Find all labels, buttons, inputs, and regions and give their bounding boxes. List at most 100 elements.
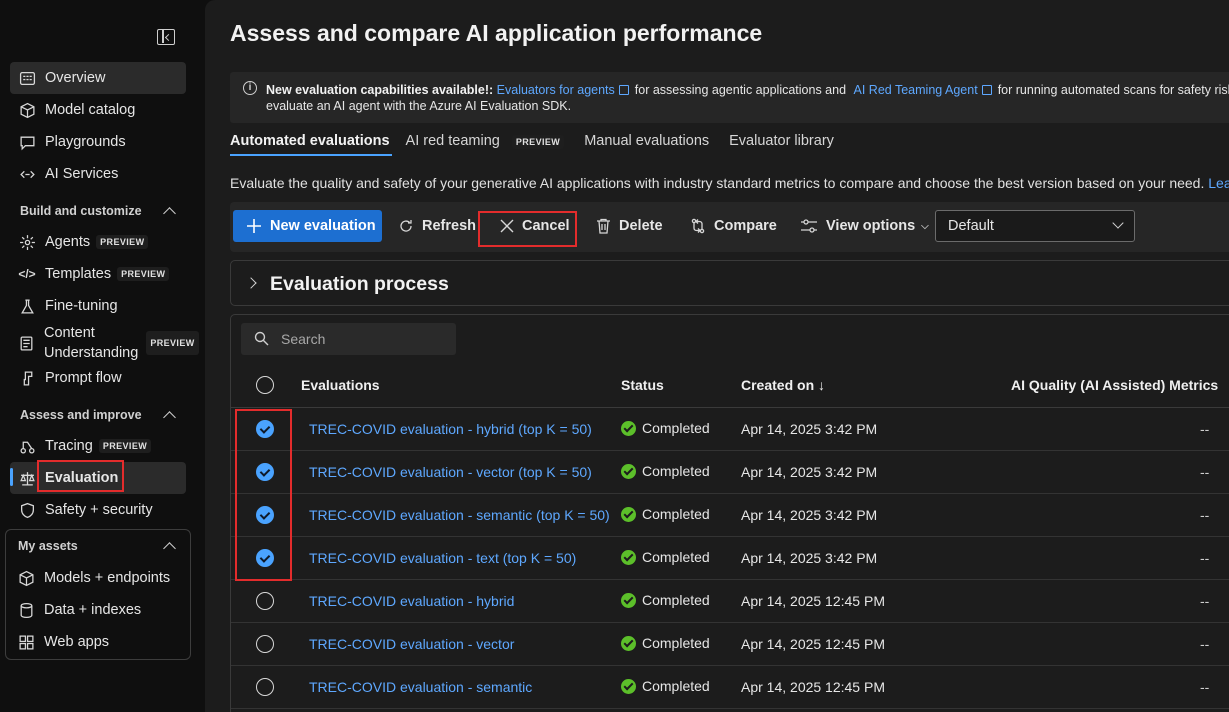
sidebar-item-tracing[interactable]: Tracing PREVIEW	[10, 430, 186, 462]
sidebar-item-templates[interactable]: </> Templates PREVIEW	[10, 258, 186, 290]
sidebar-item-safety-security[interactable]: Safety + security	[10, 494, 186, 526]
tab-bar: Automated evaluations AI red teaming PRE…	[230, 130, 854, 158]
compare-highlight-box	[478, 211, 577, 247]
selection-highlight-box	[235, 409, 292, 581]
refresh-icon	[398, 218, 414, 234]
active-indicator	[10, 468, 13, 486]
table-row[interactable]: TREC-COVID evaluation - semantic (top K …	[231, 494, 1229, 537]
column-header-created-on[interactable]: Created on ↓	[741, 377, 825, 393]
sidebar-item-label: Prompt flow	[45, 370, 122, 386]
agents-icon	[18, 233, 36, 251]
tab-automated-evaluations[interactable]: Automated evaluations	[230, 130, 392, 158]
chat-icon	[18, 133, 36, 151]
row-checkbox[interactable]	[256, 678, 274, 696]
column-header-status[interactable]: Status	[621, 377, 664, 393]
column-header-metrics[interactable]: AI Quality (AI Assisted) Metrics	[1011, 377, 1218, 393]
evaluation-link[interactable]: TREC-COVID evaluation - vector	[309, 636, 514, 652]
new-evaluation-button[interactable]: New evaluation	[233, 210, 382, 242]
chevron-up-icon	[163, 542, 176, 555]
sidebar-item-playgrounds[interactable]: Playgrounds	[10, 126, 186, 158]
sidebar-item-label: Templates	[45, 266, 112, 282]
search-input[interactable]	[281, 329, 446, 349]
status-cell: Completed	[621, 420, 710, 436]
evaluation-link[interactable]: TREC-COVID evaluation - semantic (top K …	[309, 507, 610, 523]
tab-ai-red-teaming[interactable]: AI red teaming PREVIEW	[406, 130, 565, 158]
sidebar-item-label: Data + indexes	[44, 602, 142, 618]
search-box	[241, 323, 456, 355]
sidebar-item-label: Agents	[45, 234, 91, 250]
view-select-dropdown[interactable]: Default	[935, 210, 1135, 242]
preview-badge: PREVIEW	[98, 439, 152, 453]
refresh-button[interactable]: Refresh	[398, 210, 476, 242]
table-row[interactable]: TREC-COVID evaluation - text (top K = 50…	[231, 537, 1229, 580]
my-assets-panel: My assets Models + endpoints Data + inde…	[5, 529, 191, 660]
sidebar-item-label: Playgrounds	[45, 134, 126, 150]
sidebar-item-content-understanding[interactable]: Content Understanding PREVIEW	[10, 322, 199, 364]
evaluations-table: Evaluations Status Created on ↓ AI Quali…	[230, 314, 1229, 712]
external-link-icon	[618, 85, 629, 95]
shield-icon	[18, 501, 36, 519]
flow-icon	[18, 369, 36, 387]
evaluation-process-panel[interactable]: Evaluation process	[230, 260, 1229, 306]
sidebar-item-models-endpoints[interactable]: Models + endpoints	[9, 562, 185, 594]
sidebar-item-label: Overview	[45, 70, 106, 86]
sidebar-item-model-catalog[interactable]: Model catalog	[10, 94, 186, 126]
evaluation-link[interactable]: TREC-COVID evaluation - vector (top K = …	[309, 464, 592, 480]
evaluation-highlight-box	[37, 460, 124, 492]
sidebar-item-data-indexes[interactable]: Data + indexes	[9, 594, 185, 626]
table-row[interactable]: TREC-COVID evaluation - vector Completed…	[231, 623, 1229, 666]
table-row[interactable]: TREC-COVID evaluation - vector (top K = …	[231, 451, 1229, 494]
preview-badge: PREVIEW	[146, 331, 199, 355]
section-build-and-customize[interactable]: Build and customize	[20, 204, 178, 220]
code-icon: </>	[18, 267, 36, 281]
ai-red-teaming-agent-link[interactable]: AI Red Teaming Agent	[854, 83, 978, 97]
delete-button[interactable]: Delete	[596, 210, 663, 242]
chevron-down-icon	[1112, 217, 1124, 229]
tab-manual-evaluations[interactable]: Manual evaluations	[584, 130, 709, 158]
sidebar-item-prompt-flow[interactable]: Prompt flow	[10, 362, 186, 394]
metric-cell: --	[1200, 550, 1210, 566]
evaluation-link[interactable]: TREC-COVID evaluation - semantic	[309, 679, 532, 695]
evaluators-for-agents-link[interactable]: Evaluators for agents	[497, 83, 615, 97]
check-circle-icon	[621, 678, 636, 694]
check-circle-icon	[621, 506, 636, 522]
learn-more-link[interactable]: Lea	[1208, 175, 1229, 191]
plus-icon	[246, 218, 262, 234]
collapse-sidebar-icon[interactable]	[157, 29, 175, 45]
sidebar-item-label: Fine-tuning	[45, 298, 118, 314]
link-icon	[18, 165, 36, 183]
evaluation-link[interactable]: TREC-COVID evaluation - hybrid (top K = …	[309, 421, 592, 437]
main-content: Assess and compare AI application perfor…	[205, 0, 1229, 712]
created-cell: Apr 14, 2025 3:42 PM	[741, 464, 878, 480]
table-row[interactable]: TREC-COVID evaluation - hybrid Completed…	[231, 580, 1229, 623]
sidebar-item-label: Tracing	[45, 438, 93, 454]
view-options-button[interactable]: View options ⌵	[800, 210, 929, 242]
evaluation-link[interactable]: TREC-COVID evaluation - hybrid	[309, 593, 514, 609]
check-circle-icon	[621, 463, 636, 479]
evaluation-link[interactable]: TREC-COVID evaluation - text (top K = 50…	[309, 550, 576, 566]
sidebar-item-overview[interactable]: Overview	[10, 62, 186, 94]
sidebar-item-web-apps[interactable]: Web apps	[9, 626, 185, 658]
select-all-checkbox[interactable]	[256, 376, 274, 394]
check-circle-icon	[621, 592, 636, 608]
compare-button[interactable]: Compare	[690, 210, 777, 242]
column-header-evaluations[interactable]: Evaluations	[301, 377, 380, 393]
sidebar-item-ai-services[interactable]: AI Services	[10, 158, 186, 190]
sidebar-item-fine-tuning[interactable]: Fine-tuning	[10, 290, 186, 322]
sidebar-item-label: Content Understanding	[44, 325, 139, 361]
compare-icon	[690, 218, 706, 234]
sidebar-item-label: AI Services	[45, 166, 119, 182]
sidebar-item-agents[interactable]: Agents PREVIEW	[10, 226, 186, 258]
section-assess-and-improve[interactable]: Assess and improve	[20, 408, 178, 424]
chevron-up-icon	[163, 411, 176, 424]
section-my-assets[interactable]: My assets	[18, 539, 178, 555]
table-row[interactable]: TREC-COVID evaluation - semantic Complet…	[231, 666, 1229, 709]
table-row[interactable]: TREC-COVID evaluation - hybrid (top K = …	[231, 408, 1229, 451]
metric-cell: --	[1200, 636, 1210, 652]
metric-cell: --	[1200, 421, 1210, 437]
metric-cell: --	[1200, 593, 1210, 609]
row-checkbox[interactable]	[256, 592, 274, 610]
row-checkbox[interactable]	[256, 635, 274, 653]
tab-evaluator-library[interactable]: Evaluator library	[729, 130, 834, 158]
page-description: Evaluate the quality and safety of your …	[230, 175, 1229, 191]
